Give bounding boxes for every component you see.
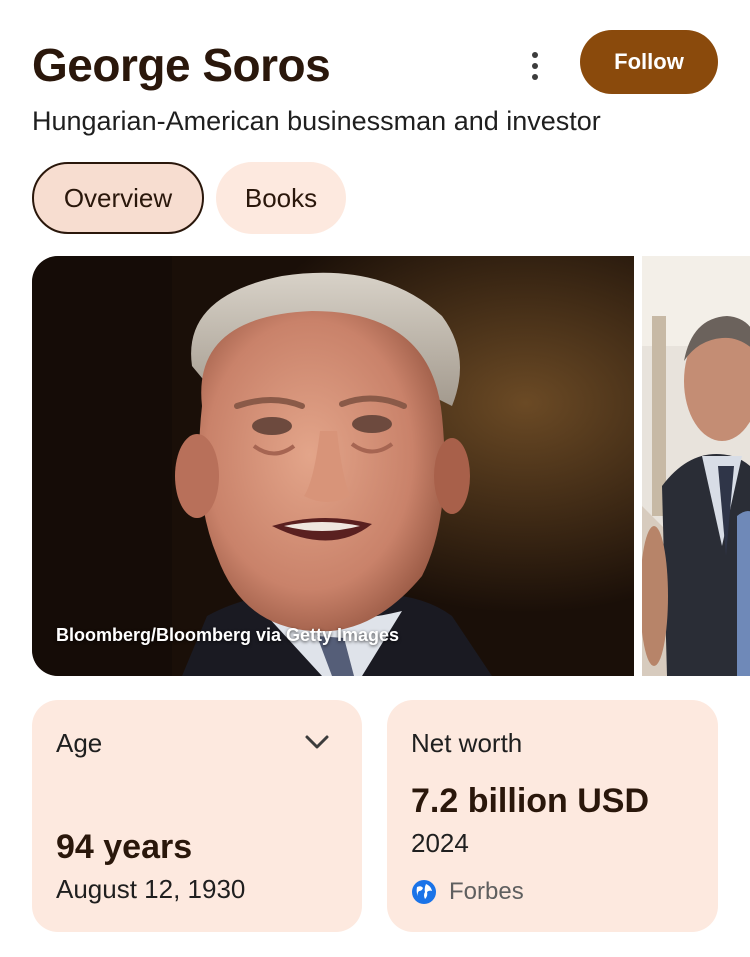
source-name: Forbes (449, 878, 524, 905)
portrait-image (32, 256, 634, 676)
entity-title: George Soros (32, 39, 331, 91)
second-photo[interactable] (642, 256, 750, 676)
entity-subtitle: Hungarian-American businessman and inves… (32, 106, 601, 136)
follow-button[interactable]: Follow (580, 30, 718, 94)
tab-overview[interactable]: Overview (32, 162, 204, 234)
tab-bar: Overview Books (32, 162, 346, 234)
secondary-photo-image (642, 256, 750, 676)
net-worth-label: Net worth (411, 728, 523, 758)
more-vert-icon (532, 52, 538, 58)
more-options-button[interactable] (520, 44, 550, 88)
tab-books[interactable]: Books (216, 162, 346, 234)
main-photo[interactable]: Bloomberg/Bloomberg via Getty Images (32, 256, 634, 676)
chevron-down-icon (305, 735, 329, 749)
knowledge-panel-header: George Soros Follow (32, 30, 722, 100)
birth-date: August 12, 1930 (56, 874, 246, 904)
net-worth-value: 7.2 billion USD (411, 782, 650, 820)
source-link[interactable]: Forbes (411, 878, 524, 906)
image-gallery: Bloomberg/Bloomberg via Getty Images (32, 256, 750, 676)
globe-icon (412, 880, 436, 904)
net-worth-card: Net worth 7.2 billion USD 2024 Forbes (387, 700, 718, 932)
photo-credit: Bloomberg/Bloomberg via Getty Images (56, 625, 400, 645)
age-label: Age (56, 728, 103, 758)
net-worth-year: 2024 (411, 828, 469, 858)
age-card[interactable]: Age 94 years August 12, 1930 (32, 700, 362, 932)
age-value: 94 years (56, 828, 193, 866)
